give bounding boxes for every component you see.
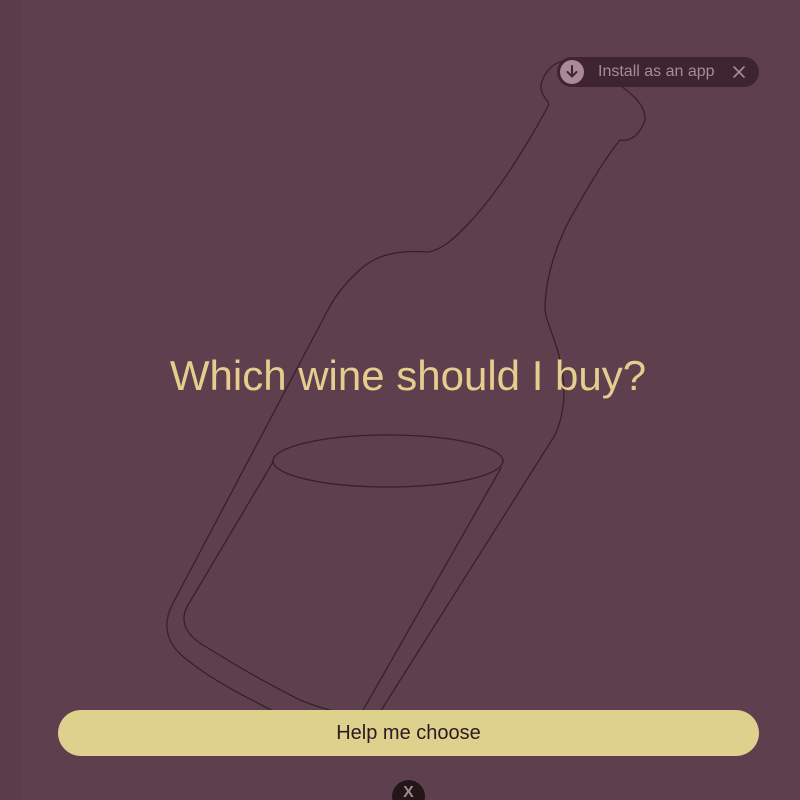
install-app-label[interactable]: Install as an app (598, 57, 715, 87)
page-headline: Which wine should I buy? (169, 352, 647, 399)
download-icon[interactable] (559, 59, 585, 85)
close-icon[interactable] (731, 64, 747, 80)
help-me-choose-button[interactable]: Help me choose (58, 710, 759, 756)
liquid-surface (272, 434, 504, 488)
bottle-liquid-outline (183, 461, 502, 715)
install-app-banner[interactable]: Install as an app (557, 57, 759, 87)
